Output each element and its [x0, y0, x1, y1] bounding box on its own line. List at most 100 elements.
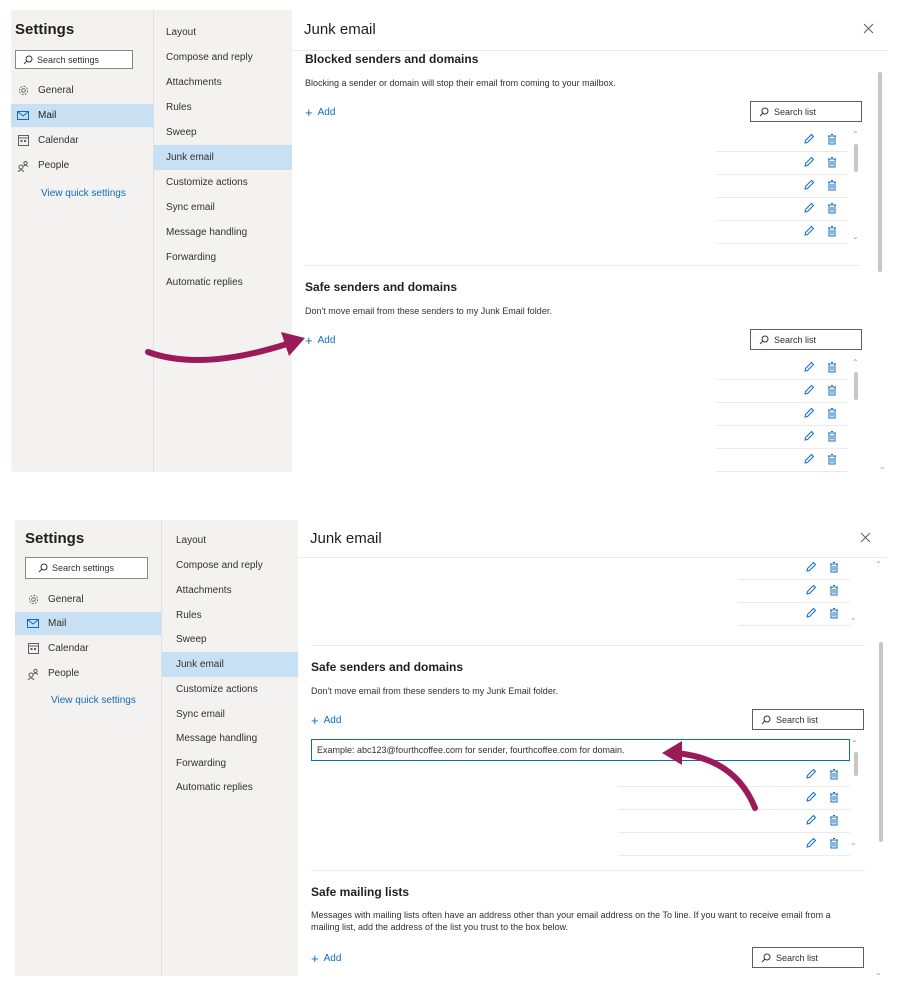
delete-icon[interactable] [826, 133, 838, 145]
edit-icon[interactable] [805, 791, 817, 803]
nav-item-attachments[interactable]: Attachments [154, 70, 293, 95]
nav-item-compose-and-reply[interactable]: Compose and reply [154, 45, 293, 70]
chevron-down-icon[interactable]: ⌄ [852, 232, 859, 241]
safe-sender-input[interactable] [311, 739, 850, 761]
chevron-down-icon[interactable]: ⌄ [850, 838, 857, 847]
list-scrollbar[interactable] [854, 372, 858, 400]
nav-item-message-handling[interactable]: Message handling [154, 220, 293, 245]
nav-item-rules[interactable]: Rules [154, 95, 293, 120]
safe-senders-search-list[interactable]: Search list [752, 709, 864, 730]
search-settings-placeholder: Search settings [37, 54, 100, 65]
nav-item-calendar[interactable]: Calendar [11, 129, 153, 152]
edit-icon[interactable] [803, 384, 815, 396]
chevron-down-icon[interactable]: ⌄ [875, 968, 882, 976]
chevron-up-icon[interactable]: ⌃ [852, 358, 859, 367]
edit-icon[interactable] [803, 156, 815, 168]
delete-icon[interactable] [826, 384, 838, 396]
chevron-down-icon[interactable]: ⌄ [879, 462, 886, 471]
content-scrollbar[interactable] [879, 642, 883, 842]
chevron-up-icon[interactable]: ⌃ [875, 560, 882, 569]
nav-item-mail[interactable]: Mail [11, 104, 153, 127]
nav-item-general[interactable]: General [15, 588, 161, 611]
edit-icon[interactable] [803, 179, 815, 191]
edit-icon[interactable] [803, 202, 815, 214]
delete-icon[interactable] [826, 430, 838, 442]
nav-item-sync-email[interactable]: Sync email [162, 702, 299, 727]
close-icon[interactable] [860, 532, 871, 543]
nav-item-junk-email[interactable]: Junk email [162, 652, 299, 677]
edit-icon[interactable] [805, 584, 817, 596]
safe-mailing-search-list[interactable]: Search list [752, 947, 864, 968]
nav-item-automatic-replies[interactable]: Automatic replies [154, 270, 293, 295]
delete-icon[interactable] [826, 453, 838, 465]
delete-icon[interactable] [828, 768, 840, 780]
edit-icon[interactable] [805, 561, 817, 573]
view-quick-settings-link[interactable]: View quick settings [41, 188, 126, 199]
nav-item-customize-actions[interactable]: Customize actions [154, 170, 293, 195]
nav-item-sync-email[interactable]: Sync email [154, 195, 293, 220]
safe-senders-add-button[interactable]: + Add [311, 713, 341, 728]
nav-item-label: General [48, 594, 84, 605]
delete-icon[interactable] [826, 179, 838, 191]
chevron-up-icon[interactable]: ⌃ [851, 739, 858, 748]
nav-item-forwarding[interactable]: Forwarding [162, 751, 299, 776]
delete-icon[interactable] [826, 407, 838, 419]
safe-senders-add-button[interactable]: + Add [305, 333, 335, 348]
delete-icon[interactable] [826, 225, 838, 237]
nav-item-general[interactable]: General [11, 79, 153, 102]
search-settings-input[interactable]: Search settings [25, 557, 148, 579]
edit-icon[interactable] [805, 607, 817, 619]
safe-senders-search-list[interactable]: Search list [750, 329, 862, 350]
safe-mailing-add-button[interactable]: + Add [311, 951, 341, 966]
edit-icon[interactable] [803, 430, 815, 442]
nav-item-calendar[interactable]: Calendar [15, 637, 161, 660]
safe-sender-text-field[interactable] [312, 745, 849, 755]
settings-nav-primary: Settings Search settings General Mail Ca… [11, 10, 153, 472]
nav-item-compose-and-reply[interactable]: Compose and reply [162, 553, 299, 578]
delete-icon[interactable] [826, 361, 838, 373]
blocked-search-list[interactable]: Search list [750, 101, 862, 122]
nav-item-rules[interactable]: Rules [162, 603, 299, 628]
delete-icon[interactable] [828, 837, 840, 849]
nav-item-message-handling[interactable]: Message handling [162, 726, 299, 751]
chevron-down-icon[interactable]: ⌄ [850, 613, 857, 622]
nav-item-automatic-replies[interactable]: Automatic replies [162, 775, 299, 800]
edit-icon[interactable] [803, 361, 815, 373]
edit-icon[interactable] [803, 407, 815, 419]
content-scrollbar[interactable] [878, 72, 882, 272]
nav-item-mail[interactable]: Mail [15, 612, 161, 635]
nav-item-sweep[interactable]: Sweep [154, 120, 293, 145]
delete-icon[interactable] [826, 156, 838, 168]
nav-item-layout[interactable]: Layout [162, 528, 299, 553]
list-item [716, 426, 848, 449]
nav-item-sweep[interactable]: Sweep [162, 627, 299, 652]
edit-icon[interactable] [805, 768, 817, 780]
delete-icon[interactable] [826, 202, 838, 214]
nav-item-people[interactable]: People [15, 662, 161, 685]
view-quick-settings-link[interactable]: View quick settings [51, 695, 136, 706]
nav-item-forwarding[interactable]: Forwarding [154, 245, 293, 270]
edit-icon[interactable] [805, 814, 817, 826]
delete-icon[interactable] [828, 791, 840, 803]
blocked-add-button[interactable]: + Add [305, 105, 335, 120]
close-icon[interactable] [863, 23, 874, 34]
search-settings-input[interactable]: Search settings [15, 50, 133, 69]
nav-item-junk-email[interactable]: Junk email [154, 145, 293, 170]
nav-item-attachments[interactable]: Attachments [162, 578, 299, 603]
delete-icon[interactable] [828, 584, 840, 596]
delete-icon[interactable] [828, 814, 840, 826]
edit-icon[interactable] [803, 133, 815, 145]
nav-item-people[interactable]: People [11, 154, 153, 177]
nav-item-layout[interactable]: Layout [154, 20, 293, 45]
edit-icon[interactable] [803, 453, 815, 465]
nav-item-label: General [38, 85, 74, 96]
nav-item-customize-actions[interactable]: Customize actions [162, 677, 299, 702]
mail-settings-nav: Layout Compose and reply Attachments Rul… [153, 10, 293, 472]
edit-icon[interactable] [805, 837, 817, 849]
list-scrollbar[interactable] [854, 144, 858, 172]
edit-icon[interactable] [803, 225, 815, 237]
delete-icon[interactable] [828, 561, 840, 573]
delete-icon[interactable] [828, 607, 840, 619]
chevron-up-icon[interactable]: ⌃ [852, 130, 859, 139]
list-scrollbar[interactable] [854, 752, 858, 776]
